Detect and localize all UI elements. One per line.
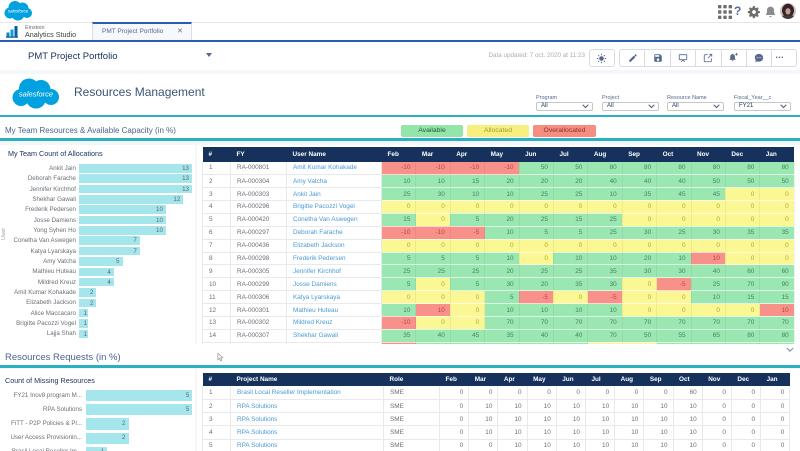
svg-text:salesforce: salesforce (19, 90, 53, 99)
svg-text:salesforce: salesforce (8, 9, 29, 14)
